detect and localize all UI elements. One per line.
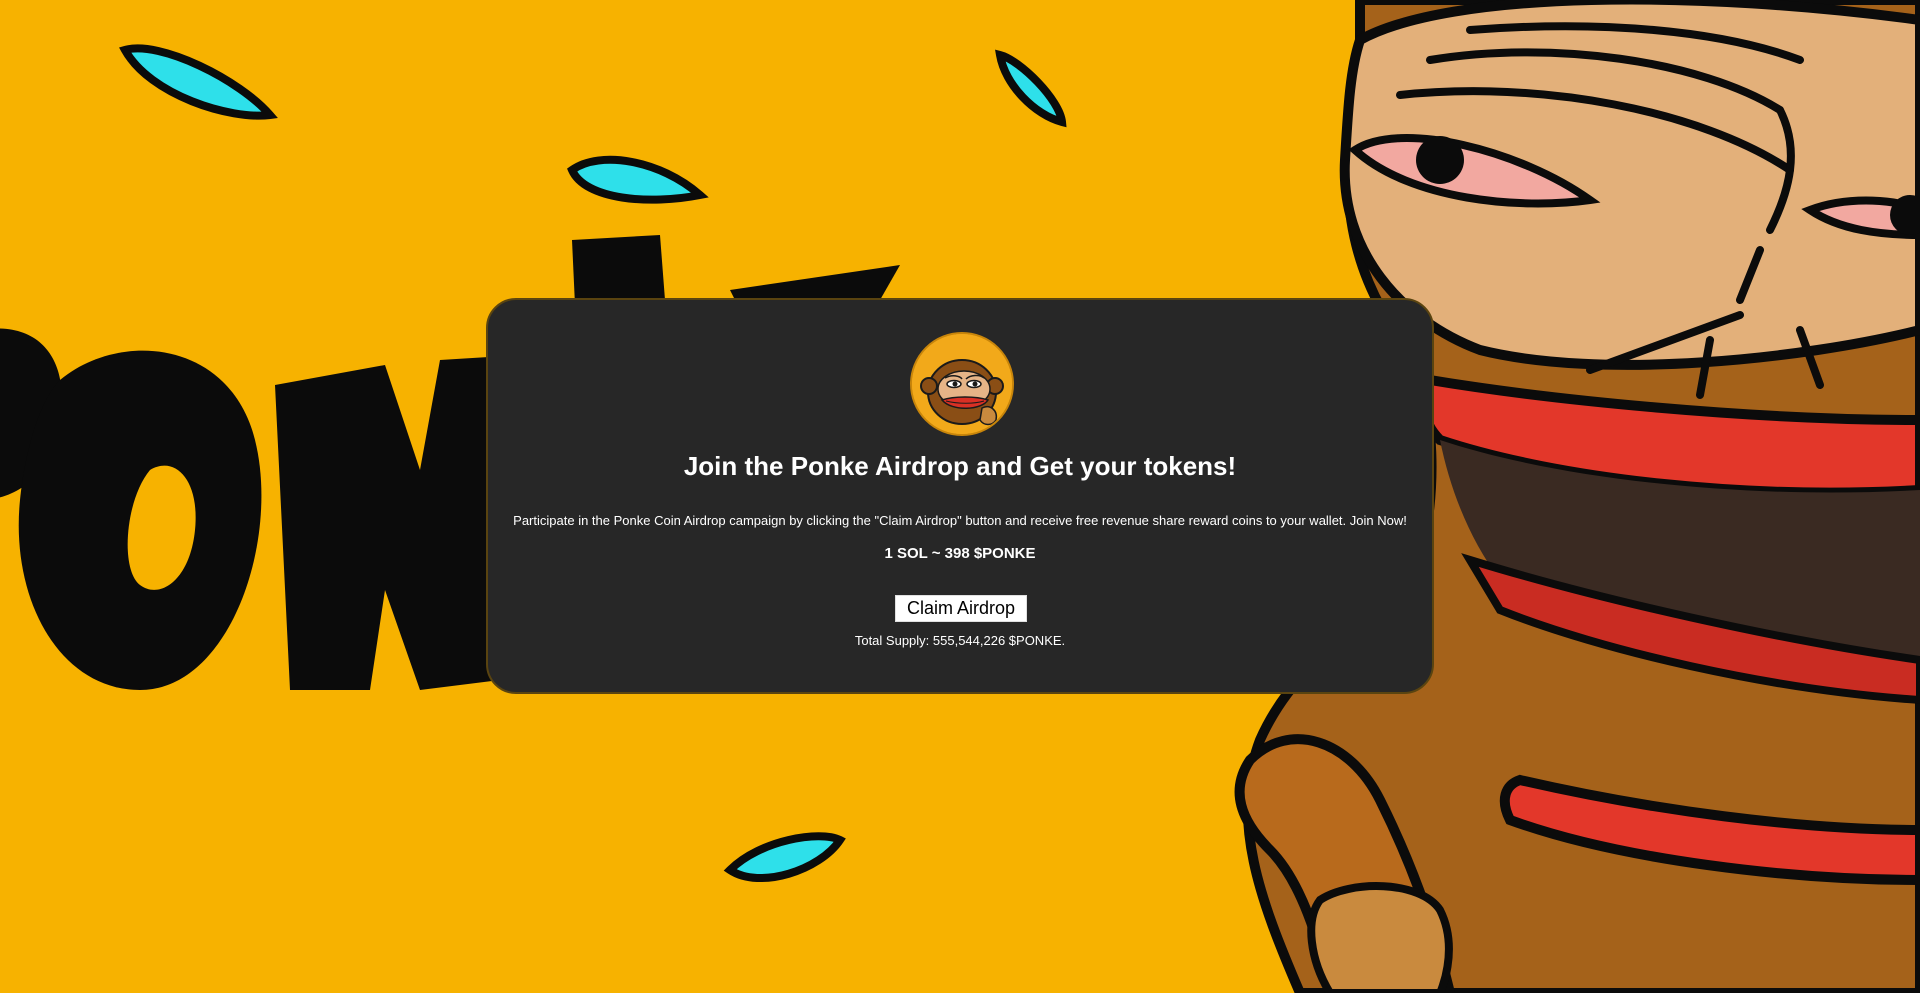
claim-airdrop-button[interactable]: Claim Airdrop (895, 595, 1027, 622)
airdrop-card: Join the Ponke Airdrop and Get your toke… (486, 298, 1434, 694)
campaign-description: Participate in the Ponke Coin Airdrop ca… (513, 513, 1407, 528)
monkey-avatar-icon (912, 334, 1012, 434)
page-title: Join the Ponke Airdrop and Get your toke… (683, 451, 1237, 481)
total-supply: Total Supply: 555,544,226 $PONKE. (854, 633, 1066, 648)
ponke-logo-icon (910, 332, 1014, 436)
exchange-rate: 1 SOL ~ 398 $PONKE (884, 545, 1036, 562)
